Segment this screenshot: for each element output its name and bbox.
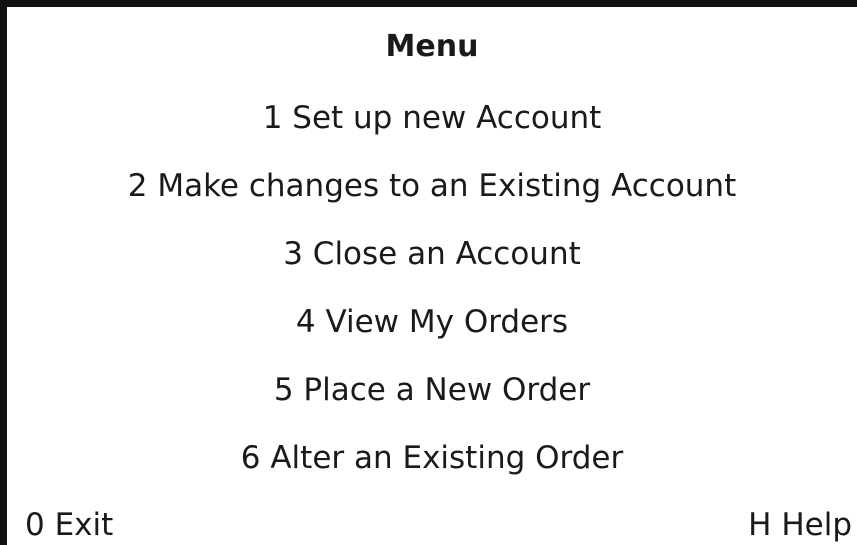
help-option[interactable]: H Help: [748, 505, 852, 545]
menu-item-label: 6 Alter an Existing Order: [240, 440, 624, 476]
menu-list: 1 Set up new Account 2 Make changes to a…: [7, 97, 857, 505]
menu-item-alter-order[interactable]: 6 Alter an Existing Order: [7, 437, 857, 505]
menu-item-label: 4 View My Orders: [295, 304, 569, 340]
menu-item-label: 1 Set up new Account: [262, 100, 602, 136]
menu-item-change-account[interactable]: 2 Make changes to an Existing Account: [7, 165, 857, 233]
menu-item-label: 5 Place a New Order: [273, 372, 591, 408]
menu-item-label: 3 Close an Account: [283, 236, 581, 272]
menu-item-place-order[interactable]: 5 Place a New Order: [7, 369, 857, 437]
exit-option[interactable]: 0 Exit: [25, 505, 113, 545]
menu-item-close-account[interactable]: 3 Close an Account: [7, 233, 857, 301]
menu-title: Menu: [385, 29, 479, 64]
menu-item-label: 2 Make changes to an Existing Account: [127, 168, 737, 204]
menu-item-view-orders[interactable]: 4 View My Orders: [7, 301, 857, 369]
menu-screen: Menu 1 Set up new Account 2 Make changes…: [0, 0, 857, 545]
menu-item-set-up-account[interactable]: 1 Set up new Account: [7, 97, 857, 165]
